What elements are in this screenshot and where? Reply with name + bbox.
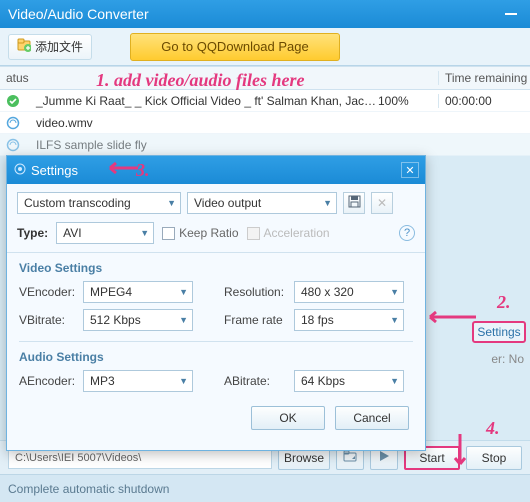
type-combo[interactable]: AVI▼ <box>56 222 154 244</box>
chevron-down-icon: ▼ <box>179 376 188 386</box>
delete-icon: ✕ <box>377 196 387 210</box>
framerate-combo[interactable]: 18 fps▼ <box>294 309 404 331</box>
abitrate-label: ABitrate: <box>224 374 290 388</box>
chevron-down-icon: ▼ <box>323 198 332 208</box>
file-table-header: atus Time remaining <box>0 66 530 90</box>
file-progress: 100% <box>378 94 438 108</box>
file-name: _Jumme Ki Raat_ _ Kick Official Video _ … <box>30 94 378 108</box>
chevron-down-icon: ▼ <box>140 228 149 238</box>
settings-dialog: Settings ✕ Custom transcoding▼ Video out… <box>6 155 426 451</box>
file-name: video.wmv <box>30 116 378 130</box>
window-title: Video/Audio Converter <box>8 6 149 22</box>
main-toolbar: 添加文件 Go to QQDownload Page <box>0 28 530 66</box>
folder-label-fragment: er: No <box>491 352 524 366</box>
minimize-button[interactable] <box>500 5 522 23</box>
col-status: atus <box>0 71 30 85</box>
type-label: Type: <box>17 226 48 240</box>
col-time: Time remaining <box>438 71 530 85</box>
chevron-down-icon: ▼ <box>390 376 399 386</box>
abitrate-combo[interactable]: 64 Kbps▼ <box>294 370 404 392</box>
annotation-2: 2. <box>497 292 511 313</box>
footer-status: Complete automatic shutdown <box>0 474 530 502</box>
chevron-down-icon: ▼ <box>167 198 176 208</box>
status-icon-pending <box>0 138 30 152</box>
chevron-down-icon: ▼ <box>179 315 188 325</box>
save-icon <box>348 195 361 211</box>
file-time: 00:00:00 <box>438 94 530 108</box>
resolution-label: Resolution: <box>224 285 290 299</box>
resolution-combo[interactable]: 480 x 320▼ <box>294 281 404 303</box>
stop-button[interactable]: Stop <box>466 446 522 470</box>
dialog-title: Settings <box>31 163 78 178</box>
table-row[interactable]: video.wmv <box>0 112 530 134</box>
file-name: ILFS sample slide fly <box>30 138 378 152</box>
table-row[interactable]: ILFS sample slide fly <box>0 134 530 156</box>
output-combo[interactable]: Video output▼ <box>187 192 337 214</box>
checkbox-box <box>247 227 260 240</box>
dialog-titlebar: Settings ✕ <box>7 156 425 184</box>
aencoder-label: AEncoder: <box>19 374 79 388</box>
keep-ratio-checkbox[interactable]: Keep Ratio <box>162 226 238 240</box>
dialog-close-button[interactable]: ✕ <box>401 162 419 178</box>
vencoder-combo[interactable]: MPEG4▼ <box>83 281 193 303</box>
chevron-down-icon: ▼ <box>390 287 399 297</box>
vbitrate-label: VBitrate: <box>19 313 79 327</box>
framerate-label: Frame rate <box>224 313 290 327</box>
settings-button[interactable]: Settings <box>472 321 526 343</box>
play-icon <box>378 450 390 465</box>
add-file-icon <box>17 38 31 55</box>
add-file-button[interactable]: 添加文件 <box>8 34 92 60</box>
vencoder-label: VEncoder: <box>19 285 79 299</box>
main-titlebar: Video/Audio Converter <box>0 0 530 28</box>
delete-preset-button[interactable]: ✕ <box>371 192 393 214</box>
chevron-down-icon: ▼ <box>179 287 188 297</box>
audio-section-title: Audio Settings <box>7 342 425 368</box>
status-icon-pending <box>0 116 30 130</box>
help-button[interactable]: ? <box>399 225 415 241</box>
ok-button[interactable]: OK <box>251 406 325 430</box>
status-icon-done <box>0 94 30 108</box>
table-row[interactable]: _Jumme Ki Raat_ _ Kick Official Video _ … <box>0 90 530 112</box>
settings-dialog-icon <box>13 162 27 179</box>
acceleration-checkbox: Acceleration <box>247 226 330 240</box>
help-icon: ? <box>404 227 410 239</box>
goto-download-button[interactable]: Go to QQDownload Page <box>130 33 340 61</box>
chevron-down-icon: ▼ <box>390 315 399 325</box>
save-preset-button[interactable] <box>343 192 365 214</box>
vbitrate-combo[interactable]: 512 Kbps▼ <box>83 309 193 331</box>
cancel-button[interactable]: Cancel <box>335 406 409 430</box>
aencoder-combo[interactable]: MP3▼ <box>83 370 193 392</box>
preset-combo[interactable]: Custom transcoding▼ <box>17 192 181 214</box>
open-folder-icon <box>343 450 357 465</box>
close-icon: ✕ <box>405 164 414 177</box>
add-file-label: 添加文件 <box>35 38 83 55</box>
annotation-4: 4. <box>486 418 500 439</box>
video-section-title: Video Settings <box>7 253 425 279</box>
checkbox-box <box>162 227 175 240</box>
